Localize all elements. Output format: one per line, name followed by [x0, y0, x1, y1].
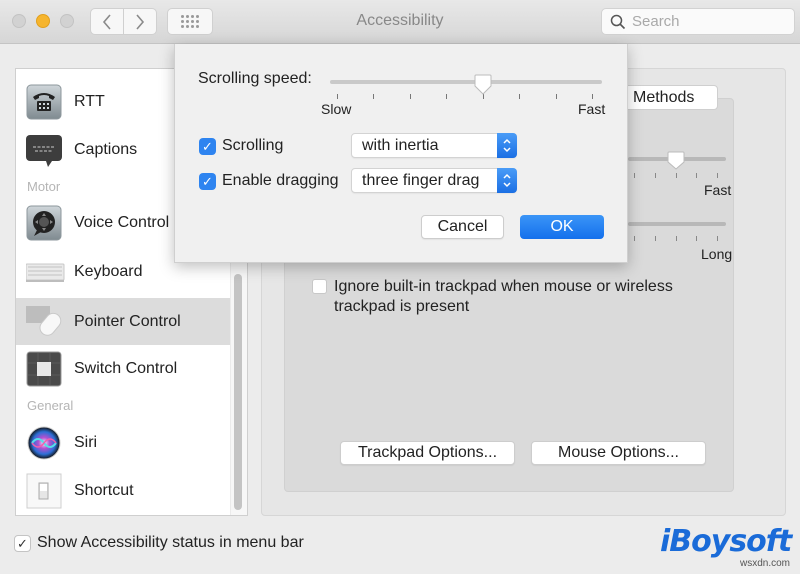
search-icon — [610, 14, 626, 29]
slider-tick — [634, 173, 635, 178]
slider-tick — [717, 173, 718, 178]
scrolling-checkbox[interactable]: ✓ — [199, 138, 216, 155]
grid-icon — [181, 15, 199, 28]
voice-control-icon — [26, 205, 62, 241]
scrolling-speed-max-label: Fast — [578, 101, 606, 117]
section-header-general: General — [27, 398, 74, 413]
show-all-button[interactable] — [167, 8, 213, 35]
sidebar-item-label: Shortcut — [74, 482, 134, 499]
back-button[interactable] — [90, 8, 124, 35]
ignore-trackpad-row[interactable]: Ignore built-in trackpad when mouse or w… — [312, 277, 714, 317]
updown-chevron-icon — [497, 133, 517, 158]
dragging-mode-popup[interactable]: three finger drag — [351, 168, 517, 193]
ignore-trackpad-label: Ignore built-in trackpad when mouse or w… — [334, 278, 673, 315]
slider-tick — [717, 236, 718, 241]
sidebar-item-label: Siri — [74, 434, 98, 451]
trackpad-options-sheet: Scrolling speed: Slow Fast ✓ Scrolling w… — [174, 44, 628, 263]
sidebar-item-label: Keyboard — [74, 263, 143, 280]
slider-max-label-long: Long — [701, 246, 733, 262]
sidebar-item-label: Captions — [74, 141, 138, 158]
minimize-window-button[interactable] — [36, 14, 50, 28]
forward-button[interactable] — [124, 8, 157, 35]
sidebar-item-label: Switch Control — [74, 360, 178, 377]
mouse-options-button[interactable]: Mouse Options... — [531, 441, 706, 465]
slider-tick — [655, 173, 656, 178]
dragging-mode-value: three finger drag — [362, 172, 480, 189]
show-status-row[interactable]: ✓ Show Accessibility status in menu bar — [14, 534, 304, 552]
sidebar-item-switch-control[interactable]: Switch Control — [16, 346, 232, 392]
chevron-right-icon — [136, 13, 145, 30]
scrolling-speed-tick — [373, 94, 375, 99]
search-field[interactable] — [601, 8, 795, 35]
title-bar: Accessibility — [0, 0, 800, 44]
slider-tick — [634, 236, 635, 241]
keyboard-icon — [25, 254, 65, 290]
switch-control-icon — [26, 351, 62, 387]
close-window-button[interactable] — [12, 14, 26, 28]
scrolling-speed-tick — [337, 94, 338, 99]
sidebar-item-label: Voice Control — [74, 214, 170, 231]
section-header-motor: Motor — [27, 179, 61, 194]
sidebar-item-label: RTT — [74, 93, 105, 110]
sidebar-item-siri[interactable]: Siri — [16, 420, 232, 466]
zoom-window-button[interactable] — [60, 14, 74, 28]
chevron-left-icon — [102, 13, 111, 30]
trackpad-options-button[interactable]: Trackpad Options... — [340, 441, 515, 465]
cancel-button[interactable]: Cancel — [421, 215, 504, 239]
background-delay-slider-track[interactable] — [628, 222, 726, 226]
scrolling-speed-tick — [409, 94, 411, 99]
siri-icon — [26, 425, 62, 461]
scrolling-mode-value: with inertia — [362, 137, 439, 154]
background-speed-slider-thumb[interactable] — [667, 151, 685, 171]
scrolling-speed-tick — [519, 94, 521, 99]
slider-max-label-fast: Fast — [704, 182, 732, 198]
pointer-control-mouse-icon — [26, 304, 62, 340]
slider-tick — [696, 236, 697, 241]
iboysoft-logo: iBoysoft — [660, 524, 792, 559]
sidebar-item-shortcut[interactable]: Shortcut — [16, 468, 232, 514]
enable-dragging-checkbox[interactable]: ✓ — [199, 173, 216, 190]
enable-dragging-label: Enable dragging — [222, 172, 339, 189]
updown-chevron-icon — [497, 168, 517, 193]
scrolling-speed-slider-track[interactable] — [330, 80, 602, 84]
scrolling-speed-slider-thumb[interactable] — [474, 74, 492, 95]
shortcut-switch-icon — [26, 473, 62, 509]
scrolling-speed-tick — [592, 94, 593, 99]
slider-tick — [676, 173, 677, 178]
sidebar-item-pointer-control[interactable]: Pointer Control — [16, 298, 232, 345]
scrolling-speed-tick — [446, 94, 448, 99]
show-status-label: Show Accessibility status in menu bar — [37, 534, 304, 551]
watermark-text: wsxdn.com — [740, 558, 791, 569]
search-input[interactable] — [632, 13, 782, 30]
slider-tick — [676, 236, 677, 241]
ok-button[interactable]: OK — [520, 215, 604, 239]
sidebar-item-label: Pointer Control — [74, 312, 181, 330]
ignore-trackpad-checkbox[interactable] — [312, 279, 327, 294]
scrolling-speed-label: Scrolling speed: — [198, 70, 312, 87]
scrolling-speed-min-label: Slow — [321, 101, 352, 117]
sidebar-scrollbar-thumb[interactable] — [234, 274, 242, 510]
captions-bubble-icon — [26, 132, 62, 168]
slider-tick — [655, 236, 656, 241]
scrolling-mode-popup[interactable]: with inertia — [351, 133, 517, 158]
slider-tick — [696, 173, 697, 178]
scrolling-speed-tick — [555, 94, 557, 99]
scrolling-checkbox-label: Scrolling — [222, 137, 284, 154]
tab-alternate-control-methods[interactable]: l Methods — [618, 85, 718, 110]
rtt-phone-icon — [26, 84, 62, 120]
show-status-checkbox[interactable]: ✓ — [14, 534, 31, 552]
